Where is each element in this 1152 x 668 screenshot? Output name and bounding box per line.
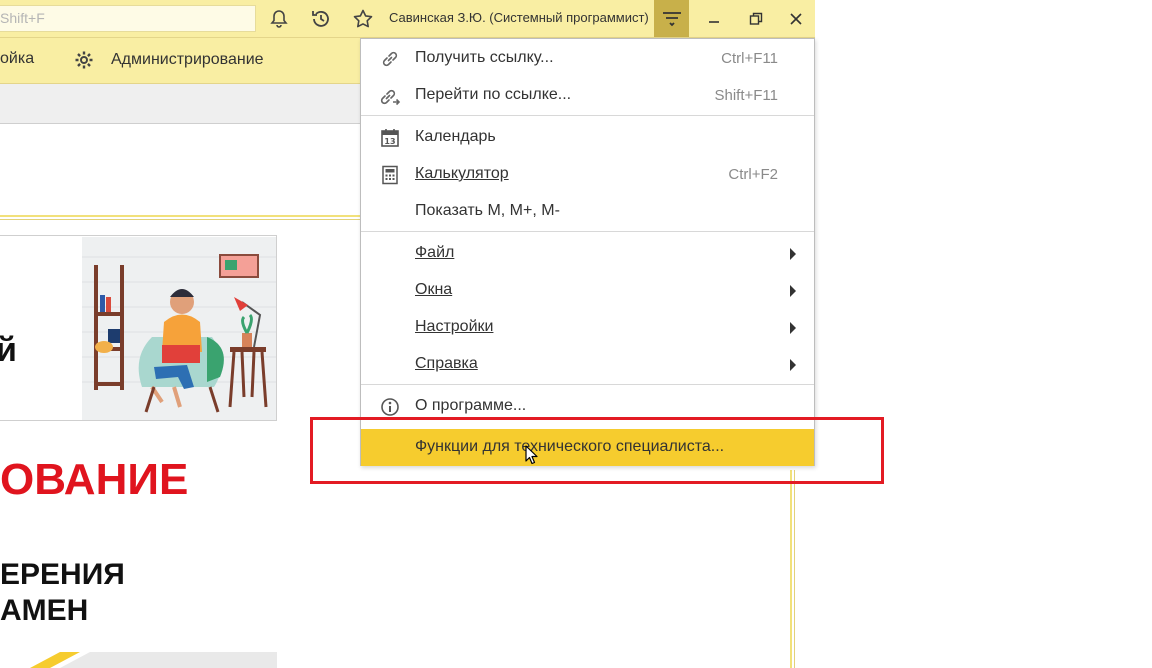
menu-separator	[361, 384, 814, 385]
promo-subline-1: ЕРЕНИЯ	[0, 558, 125, 591]
search-input[interactable]: Shift+F	[0, 5, 256, 32]
menu-label: Калькулятор	[415, 165, 509, 182]
menu-item-help[interactable]: Справка	[361, 346, 814, 383]
promo-decoration	[0, 652, 277, 668]
person-with-laptop-illustration	[82, 237, 276, 420]
promo-banner[interactable]: й	[0, 235, 277, 421]
banner-text-fragment: й	[0, 331, 17, 370]
menu-label: Окна	[415, 281, 453, 298]
menu-shortcut: Shift+F11	[714, 87, 778, 104]
submenu-arrow-icon	[790, 285, 796, 297]
content-border	[790, 470, 792, 668]
menu-label: Справка	[415, 355, 478, 372]
section-administration-label: Администрирование	[111, 51, 264, 68]
star-icon[interactable]	[350, 6, 376, 32]
mouse-pointer-icon	[525, 445, 539, 470]
menu-label: Настройки	[415, 318, 494, 335]
menu-label: Получить ссылку...	[415, 49, 554, 66]
menu-shortcut: Ctrl+F2	[728, 166, 778, 183]
menu-item-go-link[interactable]: Перейти по ссылке... Shift+F11	[361, 77, 814, 114]
menu-label: Перейти по ссылке...	[415, 86, 572, 103]
main-menu-button[interactable]	[654, 0, 689, 37]
main-menu-dropdown: Получить ссылку... Ctrl+F11 Перейти по с…	[360, 38, 815, 466]
restore-button[interactable]	[736, 0, 776, 37]
history-icon[interactable]	[308, 6, 334, 32]
title-bar: Shift+F Савинская З.Ю. (Системный програ…	[0, 0, 815, 38]
annotation-highlight-box	[310, 417, 884, 484]
main-menu-icon	[662, 11, 681, 26]
svg-text:13: 13	[384, 137, 395, 146]
menu-item-calculator[interactable]: Калькулятор Ctrl+F2	[361, 156, 814, 193]
close-icon	[790, 12, 802, 25]
calculator-icon	[379, 164, 401, 186]
section-settings[interactable]: ойка	[0, 50, 34, 68]
restore-icon	[749, 12, 763, 25]
bell-icon[interactable]	[266, 6, 292, 32]
current-user-name[interactable]: Савинская З.Ю. (Системный программист)	[389, 10, 649, 25]
menu-item-file[interactable]: Файл	[361, 235, 814, 272]
content-border-thin	[794, 470, 795, 668]
menu-shortcut: Ctrl+F11	[721, 50, 778, 67]
minimize-icon	[709, 20, 719, 23]
search-placeholder: Shift+F	[0, 10, 45, 26]
menu-label: Показать М, М+, М-	[415, 202, 560, 219]
section-administration[interactable]: Администрирование	[74, 50, 264, 70]
promo-subline-2: АМЕН	[0, 594, 89, 627]
menu-label: Файл	[415, 244, 455, 261]
calendar-icon: 13	[379, 127, 401, 149]
menu-separator	[361, 115, 814, 116]
menu-item-settings[interactable]: Настройки	[361, 309, 814, 346]
submenu-arrow-icon	[790, 248, 796, 260]
minimize-button[interactable]	[694, 0, 734, 37]
promo-headline: ОВАНИЕ	[0, 455, 189, 504]
menu-item-get-link[interactable]: Получить ссылку... Ctrl+F11	[361, 40, 814, 77]
menu-label: О программе...	[415, 397, 527, 414]
menu-item-windows[interactable]: Окна	[361, 272, 814, 309]
gear-icon	[75, 51, 93, 69]
close-button[interactable]	[776, 0, 816, 37]
menu-item-show-memory[interactable]: Показать М, М+, М-	[361, 193, 814, 230]
link-icon	[379, 48, 401, 70]
go-link-icon	[379, 85, 401, 107]
submenu-arrow-icon	[790, 359, 796, 371]
info-icon	[379, 396, 401, 418]
menu-separator	[361, 231, 814, 232]
menu-label: Календарь	[415, 128, 496, 145]
menu-item-calendar[interactable]: 13 Календарь	[361, 119, 814, 156]
submenu-arrow-icon	[790, 322, 796, 334]
